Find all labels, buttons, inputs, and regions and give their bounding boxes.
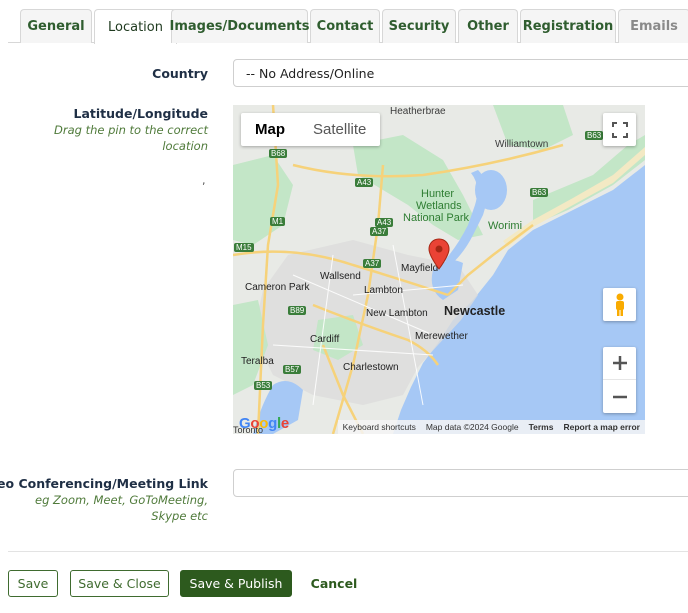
google-logo-letter: G (239, 415, 251, 432)
minus-icon (612, 395, 627, 398)
country-select-value: -- No Address/Online (246, 65, 375, 81)
road-shield: B63 (585, 131, 604, 140)
latlng-hint-line1: Drag the pin to the correct (53, 123, 208, 137)
fullscreen-icon (611, 121, 628, 138)
save-publish-button[interactable]: Save & Publish (180, 570, 292, 597)
latlng-value: , (202, 174, 206, 187)
video-link-hint-line2: Skype etc (151, 509, 208, 523)
road-shield: A37 (370, 227, 389, 236)
road-shield: B89 (288, 306, 307, 315)
location-map[interactable]: Heatherbrae Williamtown Hunter Wetlands … (233, 105, 645, 434)
keyboard-shortcuts-link[interactable]: Keyboard shortcuts (338, 422, 421, 432)
map-label-lambton: Lambton (364, 285, 403, 296)
tab-security[interactable]: Security (382, 9, 456, 43)
map-label-merewether: Merewether (415, 331, 468, 342)
video-link-label: Video Conferencing/Meeting Link (0, 476, 208, 491)
google-logo-letter: o (250, 415, 260, 432)
plus-icon (612, 356, 627, 370)
tab-other[interactable]: Other (458, 9, 518, 43)
report-map-error-link[interactable]: Report a map error (558, 422, 645, 432)
tab-bar: General Location Images/Documents Contac… (8, 9, 688, 44)
map-type-satellite-button[interactable]: Satellite (299, 113, 380, 146)
video-link-input[interactable] (233, 469, 688, 497)
zoom-out-button[interactable] (603, 380, 636, 413)
road-shield: A43 (375, 218, 394, 227)
map-label-newcastle: Newcastle (444, 304, 506, 318)
map-attribution: Keyboard shortcuts Map data ©2024 Google… (337, 420, 645, 434)
google-logo-text: Google (239, 415, 289, 432)
road-shield: M15 (234, 243, 254, 252)
road-shield: A37 (363, 259, 382, 268)
terms-link[interactable]: Terms (524, 422, 559, 432)
map-label-wetlands: Wetlands (416, 200, 462, 212)
cancel-button[interactable]: Cancel (303, 570, 365, 597)
map-label-teralba: Teralba (241, 356, 274, 367)
google-logo: Google (239, 415, 289, 432)
street-view-button[interactable] (603, 288, 636, 321)
map-label-worimi: Worimi (488, 220, 523, 232)
road-shield: B57 (283, 365, 302, 374)
pegman-icon (615, 293, 624, 316)
latlng-hint-line2: location (162, 139, 208, 153)
map-pin-icon[interactable] (428, 238, 450, 270)
road-shield: M1 (270, 217, 286, 226)
map-label-cardiff: Cardiff (310, 334, 340, 345)
road-shield: A43 (355, 178, 374, 187)
road-shield: B68 (269, 149, 288, 158)
map-label-williamtown: Williamtown (495, 139, 549, 150)
video-link-hint-line1: eg Zoom, Meet, GoToMeeting, (35, 493, 208, 507)
tab-images-documents[interactable]: Images/Documents (169, 9, 310, 43)
map-type-map-button[interactable]: Map (241, 113, 299, 146)
map-data-text: Map data ©2024 Google (425, 422, 519, 432)
tab-registration[interactable]: Registration (520, 9, 616, 43)
map-type-control: Map Satellite (241, 113, 381, 146)
video-link-hint: eg Zoom, Meet, GoToMeeting, Skype etc (35, 492, 208, 524)
google-logo-letter: e (280, 415, 289, 432)
map-label-hunter: Hunter (421, 188, 455, 200)
latlng-hint: Drag the pin to the correct location (54, 122, 208, 154)
map-label-national-park: National Park (403, 212, 470, 224)
google-logo-letter: o (259, 415, 269, 432)
fullscreen-button[interactable] (603, 113, 636, 146)
zoom-in-button[interactable] (603, 347, 636, 380)
road-shield: B53 (254, 381, 273, 390)
country-select[interactable]: -- No Address/Online (233, 59, 688, 87)
map-label-cameron-park: Cameron Park (245, 282, 310, 293)
google-logo-letter: g (268, 415, 277, 432)
map-label-heatherbrae: Heatherbrae (390, 106, 446, 117)
map-label-new-lambton: New Lambton (366, 308, 428, 319)
tab-general[interactable]: General (20, 9, 92, 43)
tab-location[interactable]: Location (94, 9, 177, 44)
tab-contact[interactable]: Contact (310, 9, 380, 43)
tab-emails[interactable]: Emails (618, 9, 688, 43)
save-close-button[interactable]: Save & Close (70, 570, 169, 597)
zoom-control (603, 347, 636, 413)
map-label-wallsend: Wallsend (320, 271, 361, 282)
latlng-label: Latitude/Longitude (73, 106, 208, 121)
country-label: Country (152, 66, 208, 81)
footer-divider (8, 551, 688, 552)
road-shield: B63 (530, 188, 549, 197)
save-button[interactable]: Save (8, 570, 58, 597)
map-label-charlestown: Charlestown (343, 362, 399, 373)
